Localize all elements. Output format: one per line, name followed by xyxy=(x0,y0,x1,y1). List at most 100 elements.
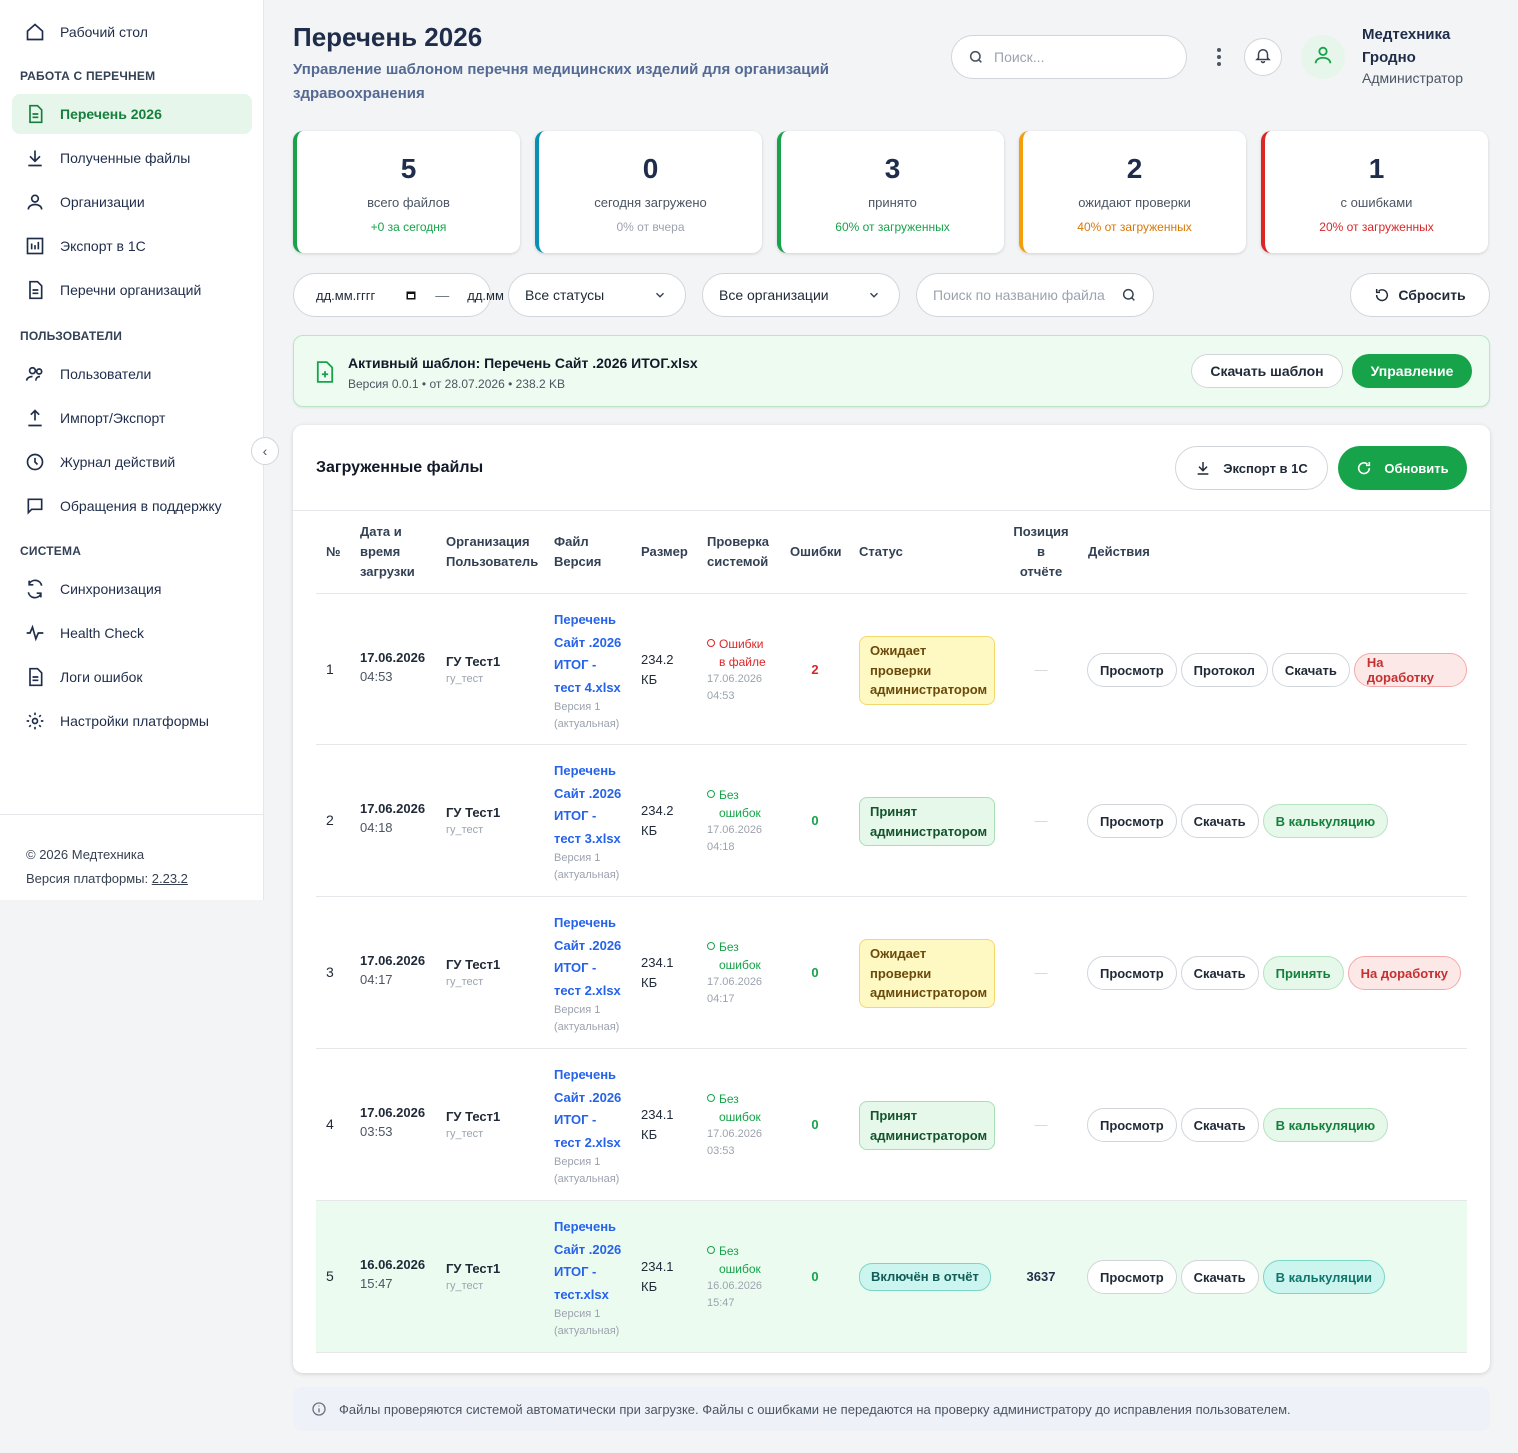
active-template-banner: Активный шаблон: Перечень Сайт .2026 ИТО… xyxy=(293,335,1490,407)
organization-select[interactable]: Все организации xyxy=(702,273,900,317)
col-header-errors: Ошибки xyxy=(790,544,842,559)
sidebar-item-label: Журнал действий xyxy=(60,454,176,470)
sidebar-item-label: Экспорт в 1С xyxy=(60,238,146,254)
reset-icon xyxy=(1374,287,1390,303)
file-link[interactable]: Перечень Сайт .2026 ИТОГ - тест 2.xlsx xyxy=(554,912,634,1002)
action-button[interactable]: Скачать xyxy=(1271,653,1350,687)
file-link[interactable]: Перечень Сайт .2026 ИТОГ - тест 4.xlsx xyxy=(554,609,634,699)
file-link[interactable]: Перечень Сайт .2026 ИТОГ - тест 2.xlsx xyxy=(554,1064,634,1154)
file-search-input[interactable]: Поиск по названию файла xyxy=(933,287,1105,303)
sidebar-item-support[interactable]: Обращения в поддержку xyxy=(12,486,252,526)
more-menu-icon[interactable] xyxy=(1208,44,1230,70)
sidebar-item-error-logs[interactable]: Логи ошибок xyxy=(12,657,252,697)
clock-icon xyxy=(24,451,46,473)
sidebar-item-list-2026[interactable]: Перечень 2026 xyxy=(12,94,252,134)
org-select-value: Все организации xyxy=(719,287,829,303)
sidebar-item-organizations[interactable]: Организации xyxy=(12,182,252,222)
stat-value: 2 xyxy=(1126,153,1143,184)
date-range-filter[interactable]: дд.мм.гггг — дд.мм xyxy=(293,273,504,317)
stat-label: принято xyxy=(868,195,917,210)
check-circle-icon xyxy=(707,942,715,950)
action-button[interactable]: На доработку xyxy=(1353,653,1467,687)
action-button[interactable]: Скачать xyxy=(1180,804,1259,838)
refresh-button[interactable]: Обновить xyxy=(1338,446,1467,490)
action-button[interactable]: На доработку xyxy=(1347,956,1462,990)
user-icon xyxy=(1312,44,1334,71)
copyright: © 2026 Медтехника xyxy=(26,847,145,862)
sidebar-item-sync[interactable]: Синхронизация xyxy=(12,569,252,609)
action-button[interactable]: В калькуляции xyxy=(1262,1260,1385,1294)
uploaded-files-panel: Загруженные файлы Экспорт в 1С Обновить … xyxy=(293,425,1490,1373)
action-button[interactable]: Скачать xyxy=(1180,1108,1259,1142)
stat-card: 3 принято 60% от загруженных xyxy=(777,131,1004,253)
chart-icon xyxy=(24,235,46,257)
sidebar-item-audit-log[interactable]: Журнал действий xyxy=(12,442,252,482)
action-button[interactable]: Протокол xyxy=(1180,653,1268,687)
manage-template-button[interactable]: Управление xyxy=(1352,354,1472,388)
date-from-input[interactable]: дд.мм.гггг xyxy=(316,288,375,303)
check-circle-icon xyxy=(707,1246,715,1254)
row-actions: Просмотр Протокол Скачать На доработку xyxy=(1087,653,1467,687)
stat-delta: +0 за сегодня xyxy=(370,220,447,234)
sidebar-item-label: Перечень 2026 xyxy=(60,106,162,122)
stat-card: 1 с ошибками 20% от загруженных xyxy=(1261,131,1488,253)
sidebar-item-org-lists[interactable]: Перечни организаций xyxy=(12,270,252,310)
action-button[interactable]: Просмотр xyxy=(1087,956,1177,990)
action-button[interactable]: Просмотр xyxy=(1087,1108,1177,1142)
info-icon xyxy=(311,1401,327,1417)
sidebar-item-health-check[interactable]: Health Check xyxy=(12,613,252,653)
organization-cell: ГУ Тест1 гу_тест xyxy=(446,957,501,988)
sidebar-item-label: Перечни организаций xyxy=(60,282,202,298)
file-size: 234.1 КБ xyxy=(641,1259,674,1294)
row-number: 4 xyxy=(326,1116,334,1132)
search-input[interactable]: Поиск... xyxy=(994,49,1044,65)
file-link[interactable]: Перечень Сайт .2026 ИТОГ - тест 3.xlsx xyxy=(554,760,634,850)
reset-filters-button[interactable]: Сбросить xyxy=(1350,273,1490,317)
action-button[interactable]: Скачать xyxy=(1180,1260,1259,1294)
user-name: Медтехника Гродно xyxy=(1362,26,1451,66)
action-button[interactable]: Просмотр xyxy=(1087,804,1177,838)
sidebar-item-received-files[interactable]: Полученные файлы xyxy=(12,138,252,178)
action-button[interactable]: Принять xyxy=(1262,956,1344,990)
sidebar-item-export-1c[interactable]: Экспорт в 1С xyxy=(12,226,252,266)
file-search-field[interactable]: Поиск по названию файла xyxy=(916,273,1154,317)
file-cell: Перечень Сайт .2026 ИТОГ - тест 2.xlsx Верси… xyxy=(554,1064,634,1187)
version-link[interactable]: 2.23.2 xyxy=(152,871,188,886)
sidebar-collapse-button[interactable]: ‹ xyxy=(251,437,279,465)
sidebar-item-dashboard[interactable]: Рабочий стол xyxy=(12,12,252,52)
status-select[interactable]: Все статусы xyxy=(508,273,686,317)
organization-cell: ГУ Тест1 гу_тест xyxy=(446,805,501,836)
action-button[interactable]: Скачать xyxy=(1180,956,1259,990)
chat-icon xyxy=(24,495,46,517)
action-button[interactable]: В калькуляцию xyxy=(1262,1108,1389,1142)
refresh-icon xyxy=(1356,460,1372,476)
action-button[interactable]: Просмотр xyxy=(1087,653,1177,687)
download-template-button[interactable]: Скачать шаблон xyxy=(1191,354,1343,388)
date-to-input[interactable]: дд.мм xyxy=(467,288,504,303)
calendar-icon[interactable] xyxy=(405,289,417,301)
col-header-no: № xyxy=(326,544,341,559)
file-text-icon xyxy=(24,666,46,688)
info-text: Файлы проверяются системой автоматически… xyxy=(339,1401,1291,1417)
action-button[interactable]: В калькуляцию xyxy=(1262,804,1389,838)
sidebar-footer: © 2026 Медтехника Версия платформы: 2.23… xyxy=(0,814,264,891)
notifications-button[interactable] xyxy=(1244,38,1282,76)
info-note: Файлы проверяются системой автоматически… xyxy=(293,1387,1490,1431)
sidebar-item-users[interactable]: Пользователи xyxy=(12,354,252,394)
system-check: Без ошибок 17.06.2026 04:17 xyxy=(707,940,763,1005)
sidebar-item-label: Рабочий стол xyxy=(60,24,148,40)
export-1c-button[interactable]: Экспорт в 1С xyxy=(1175,446,1328,490)
system-check: Без ошибок 17.06.2026 04:18 xyxy=(707,788,763,853)
global-search[interactable]: Поиск... xyxy=(951,35,1187,79)
action-button[interactable]: Просмотр xyxy=(1087,1260,1177,1294)
sidebar-item-platform-settings[interactable]: Настройки платформы xyxy=(12,701,252,741)
stat-label: с ошибками xyxy=(1340,195,1413,210)
stat-card: 5 всего файлов +0 за сегодня xyxy=(293,131,520,253)
error-count: 2 xyxy=(811,662,819,677)
file-cell: Перечень Сайт .2026 ИТОГ - тест 2.xlsx Верси… xyxy=(554,912,634,1035)
file-link[interactable]: Перечень Сайт .2026 ИТОГ - тест.xlsx xyxy=(554,1216,634,1306)
stat-delta: 0% от вчера xyxy=(616,220,685,234)
avatar[interactable] xyxy=(1301,35,1345,79)
sidebar-item-import-export[interactable]: Импорт/Экспорт xyxy=(12,398,252,438)
stat-value: 1 xyxy=(1368,153,1385,184)
